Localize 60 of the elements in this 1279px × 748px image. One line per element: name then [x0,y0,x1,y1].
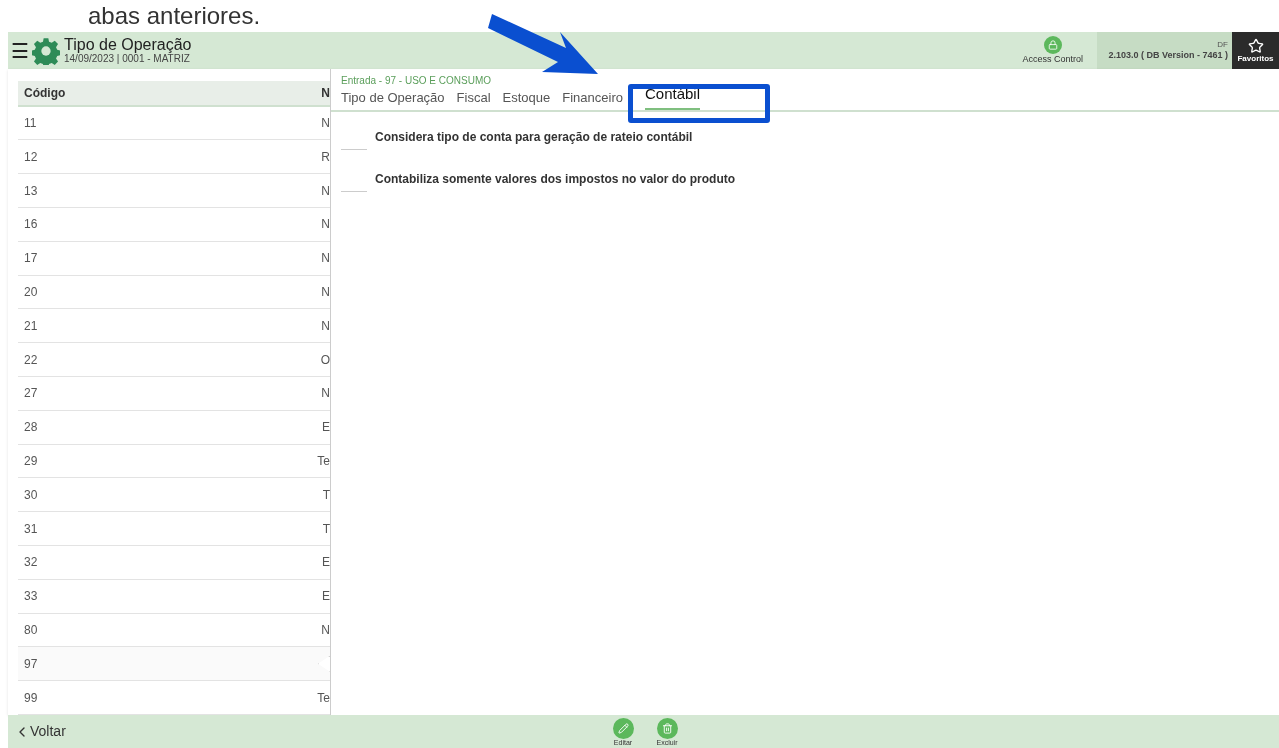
version-label: 2.103.0 ( DB Version - 7461 ) [1108,50,1228,61]
tab[interactable]: Fiscal [456,87,491,110]
name-cell-text: N [321,115,330,133]
code-cell-text: 33 [24,588,38,606]
code-cell-text: 27 [24,385,38,403]
code-cell-text: 31 [24,520,38,538]
name-cell-text: T [322,486,330,504]
environment-label: DF [1217,40,1228,50]
code-cell-text: 28 [24,419,38,437]
column-header: Código [24,84,66,102]
option-label: Considera tipo de conta para geração de rateio contábil [375,129,693,146]
star-icon [1247,37,1264,54]
caption-text: abas anteriores. [88,1,261,31]
list-row[interactable]: 97 [18,647,330,682]
lock-icon [1043,36,1062,54]
column-header: N [321,84,330,102]
name-cell-text: N [321,317,330,335]
code-cell-text: 17 [24,250,38,268]
name-cell-text: E [322,554,330,572]
back-button[interactable]: Voltar [8,721,66,742]
trash-icon [656,718,678,739]
name-cell-text: N [321,250,330,268]
code-cell-text: 29 [24,453,38,470]
name-cell-text: T [322,520,330,538]
menu-button[interactable]: ☰ [8,40,32,61]
name-cell-text: Te [317,453,330,470]
code-cell-text: 32 [24,554,38,572]
code-cell-text: 12 [24,148,38,166]
code-cell-text: 99 [24,689,38,707]
name-cell-text: N [321,216,330,234]
name-cell-text: E [322,588,330,606]
breadcrumb: Entrada - 97 - USO E CONSUMO [340,74,493,88]
code-cell-text: 80 [24,622,38,639]
tab[interactable]: Contábil [644,82,700,110]
code-cell-text: 16 [24,216,38,234]
name-cell-text: N [321,284,330,302]
favorites-button[interactable]: Favoritos [1232,32,1279,69]
code-cell-text: 11 [24,115,37,133]
code-cell-text: 21 [24,317,38,335]
name-cell-text: Te [317,689,330,707]
code-cell-text: 20 [24,284,38,302]
name-cell-text: E [322,419,330,437]
page-title: Tipo de Operação [64,36,192,53]
pencil-icon [612,718,634,739]
gear-icon [32,36,60,65]
name-cell-text: N [321,385,330,403]
name-cell-text: O [320,351,330,369]
access-control-button[interactable]: Access Control [1014,32,1091,69]
code-cell-text: 22 [24,351,38,369]
option-label: Contabiliza somente valores dos impostos no valor do produto [375,171,736,188]
code-cell-text: 13 [24,182,38,200]
page-subtitle: 14/09/2023 | 0001 - MATRIZ [64,53,190,65]
name-cell-text: N [321,182,330,200]
code-cell-text: 30 [24,486,38,504]
name-cell-text: N [321,622,330,639]
tab[interactable]: Financeiro [562,87,623,110]
name-cell-text: R [321,148,330,166]
tab[interactable]: Estoque [502,87,551,110]
tab[interactable]: Tipo de Operação [341,87,445,110]
code-cell-text: 97 [24,655,38,673]
